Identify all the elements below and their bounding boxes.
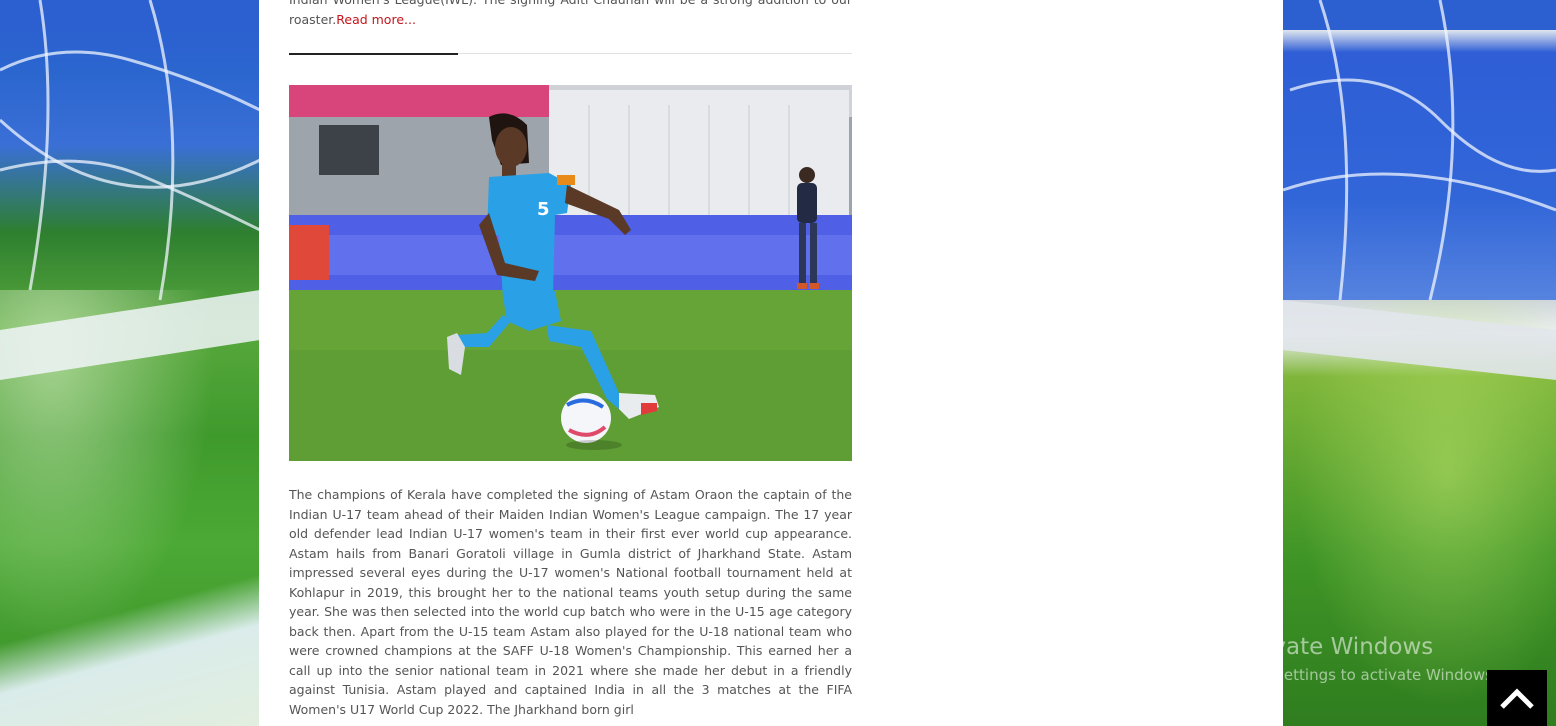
previous-article-excerpt: Indian Women's League(IWL). The signing …: [289, 0, 852, 29]
article-photo: 5: [289, 85, 852, 461]
jersey-number: 5: [537, 199, 550, 220]
chevron-up-icon: [1500, 688, 1534, 709]
scroll-to-top-button[interactable]: [1487, 670, 1547, 726]
article-body: The champions of Kerala have completed t…: [289, 487, 852, 717]
player-photo-illustration: 5: [289, 85, 852, 461]
read-more-link[interactable]: Read more...: [336, 12, 416, 27]
article-divider-accent: [289, 53, 458, 55]
